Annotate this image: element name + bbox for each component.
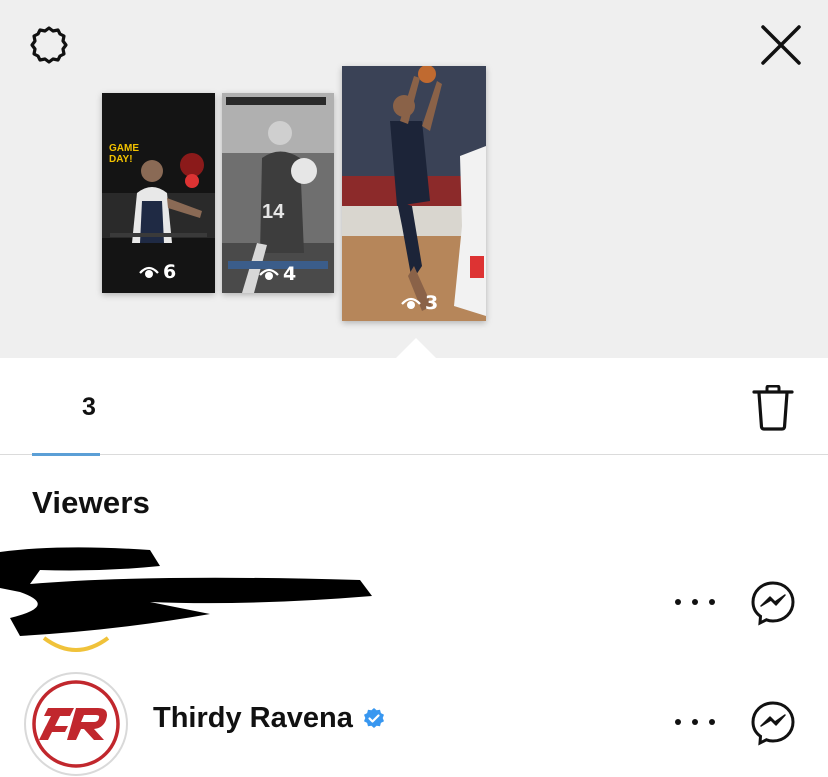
viewer-name: Thirdy Ravena — [153, 702, 353, 734]
views-count: 3 — [82, 393, 96, 421]
close-icon[interactable] — [758, 22, 804, 68]
story-thumbnail-selected[interactable]: 3 — [342, 66, 486, 321]
avatar[interactable] — [24, 672, 128, 776]
eye-icon — [401, 297, 421, 309]
trash-icon[interactable] — [752, 385, 794, 431]
active-tab-indicator — [32, 453, 100, 456]
avatar-ring — [42, 636, 110, 652]
more-options-button[interactable] — [675, 592, 715, 612]
eye-icon — [259, 268, 279, 280]
selection-pointer — [395, 338, 437, 359]
ravena-logo — [32, 680, 120, 768]
eye-icon — [139, 266, 159, 278]
messenger-icon[interactable] — [750, 580, 796, 626]
viewers-heading: Viewers — [32, 485, 151, 520]
story-view-count: 4 — [258, 263, 296, 285]
gear-icon[interactable] — [26, 22, 72, 68]
story-thumbnail[interactable]: GAME DAY! 6 — [102, 93, 215, 293]
story-view-number: 6 — [163, 261, 177, 283]
story-view-count: 3 — [400, 292, 438, 314]
messenger-icon[interactable] — [750, 700, 796, 746]
story-view-count: 6 — [138, 261, 176, 283]
stats-tab-bar — [0, 358, 828, 455]
more-icon — [675, 599, 681, 605]
story-view-number: 3 — [425, 292, 439, 314]
viewer-name-row[interactable]: Thirdy Ravena — [153, 702, 386, 735]
verified-badge-icon — [363, 707, 384, 728]
more-icon — [675, 719, 681, 725]
story-image — [342, 66, 486, 321]
jersey-number: 14 — [262, 201, 285, 223]
more-options-button[interactable] — [675, 712, 715, 732]
story-headline: GAME DAY! — [109, 143, 139, 165]
redaction-scribble — [0, 547, 372, 636]
story-view-number: 4 — [283, 263, 297, 285]
story-thumbnail[interactable]: 14 4 — [222, 93, 334, 293]
